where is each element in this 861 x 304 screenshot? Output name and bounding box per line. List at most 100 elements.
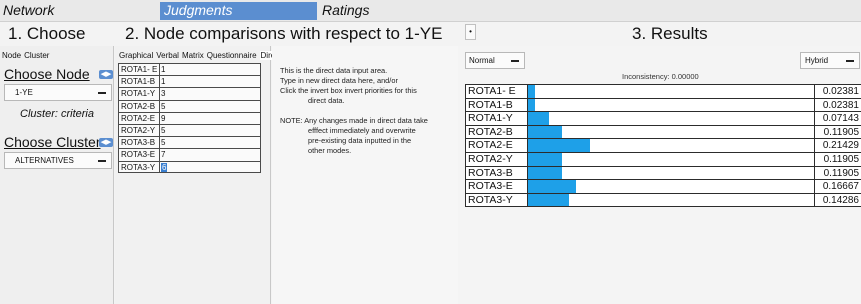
- row-label: ROTA3-B: [118, 136, 160, 149]
- direct-value-input[interactable]: 5: [160, 136, 261, 149]
- comparisons-panel: Graphical Verbal Matrix Questionnaire Direct…: [115, 46, 283, 304]
- dropdown-caret-icon: [98, 160, 106, 162]
- node-select[interactable]: 1-YE: [4, 84, 112, 101]
- priority-bar-cell: [528, 85, 815, 98]
- priority-bar-cell: [528, 125, 815, 139]
- priority-bar: [528, 193, 569, 207]
- priority-value: 0.07143: [815, 112, 861, 125]
- priority-value: 0.11905: [815, 152, 861, 166]
- cluster-select-value: ALTERNATIVES: [15, 156, 74, 165]
- tab-matrix[interactable]: Matrix: [182, 51, 204, 60]
- note-line: NOTE: Any changes made in direct data ta…: [280, 116, 428, 125]
- result-name: ROTA2-Y: [466, 152, 528, 166]
- inconsistency-label: Inconsistency: 0.00000: [622, 72, 699, 81]
- node-nav-arrows-icon[interactable]: ◀▶: [99, 70, 113, 79]
- tab-questionnaire[interactable]: Questionnaire: [207, 51, 257, 60]
- table-row: ROTA1-B 0.02381: [465, 98, 861, 113]
- priority-bar: [528, 166, 562, 180]
- priority-bar: [528, 180, 576, 193]
- collapse-button[interactable]: •: [465, 24, 476, 40]
- note-line: efffect immediately and overwrite: [308, 126, 416, 135]
- dropdown-caret-icon: [846, 60, 854, 62]
- comparisons-heading: 2. Node comparisons with respect to 1-YE: [125, 24, 443, 43]
- normal-mode-value: Normal: [469, 56, 495, 65]
- tab-judgments[interactable]: Judgments: [160, 2, 317, 20]
- table-row: ROTA3-E 0.16667: [465, 180, 861, 194]
- priority-bar-cell: [528, 180, 815, 193]
- result-name: ROTA2-E: [466, 139, 528, 152]
- priority-value: 0.11905: [815, 125, 861, 139]
- row-label: ROTA2-E: [118, 111, 160, 124]
- choose-cluster-label[interactable]: Choose Cluster: [4, 134, 101, 150]
- table-row: ROTA1-B 1: [118, 75, 261, 88]
- direct-value-input[interactable]: 6: [160, 160, 261, 173]
- tab-node[interactable]: Node: [2, 51, 21, 60]
- priority-bar: [528, 98, 535, 112]
- choose-panel: Node Cluster Choose Node ◀▶ 1-YE Cluster:…: [0, 46, 114, 304]
- table-row: ROTA1-Y 0.07143: [465, 112, 861, 126]
- note-line: pre-existing data inputted in the: [308, 136, 412, 145]
- direct-value-input[interactable]: 5: [160, 99, 261, 112]
- cluster-caption: Cluster: criteria: [20, 108, 94, 120]
- priority-bar: [528, 152, 562, 166]
- info-line: direct data.: [308, 96, 345, 105]
- info-line: This is the direct data input area.: [280, 66, 388, 75]
- table-row: ROTA2-B 0.11905: [465, 125, 861, 140]
- choose-node-label[interactable]: Choose Node: [4, 66, 90, 82]
- priority-value: 0.16667: [815, 180, 861, 193]
- normal-mode-select[interactable]: Normal: [465, 52, 525, 69]
- info-line: Type in new direct data here, and/or: [280, 76, 398, 85]
- row-label: ROTA2-Y: [118, 123, 160, 137]
- tab-network[interactable]: Network: [3, 2, 153, 18]
- result-name: ROTA1- E: [466, 85, 528, 98]
- priority-bar-cell: [528, 193, 815, 207]
- direct-value-input[interactable]: 1: [160, 75, 261, 88]
- node-select-value: 1-YE: [15, 88, 33, 97]
- choose-mini-tabs: Node Cluster: [2, 51, 52, 60]
- row-label: ROTA1- E: [118, 63, 160, 76]
- direct-value-input[interactable]: 7: [160, 148, 261, 161]
- table-row: ROTA2-E 9: [118, 111, 261, 124]
- tab-verbal[interactable]: Verbal: [156, 51, 179, 60]
- priority-value: 0.02381: [815, 98, 861, 112]
- result-name: ROTA3-Y: [466, 193, 528, 207]
- priority-bar-cell: [528, 98, 815, 112]
- table-row: ROTA3-Y 6: [118, 160, 261, 173]
- direct-info-text: This is the direct data input area. Type…: [280, 66, 456, 156]
- table-row: ROTA1-Y 3: [118, 87, 261, 100]
- hybrid-mode-select[interactable]: Hybrid: [800, 52, 860, 69]
- dropdown-caret-icon: [98, 92, 106, 94]
- results-heading: 3. Results: [632, 24, 708, 43]
- table-row: ROTA1- E 0.02381: [465, 85, 861, 99]
- comparison-mode-tabs: Graphical Verbal Matrix Questionnaire Direct: [119, 51, 285, 60]
- direct-value-input[interactable]: 3: [160, 87, 261, 100]
- priority-bar-cell: [528, 112, 815, 125]
- table-row: ROTA3-Y 0.14286: [465, 193, 861, 208]
- priority-bar: [528, 125, 562, 139]
- cluster-nav-arrows-icon[interactable]: ◀▶: [99, 138, 113, 147]
- result-name: ROTA2-B: [466, 125, 528, 139]
- tab-ratings[interactable]: Ratings: [320, 2, 470, 18]
- priority-bar: [528, 139, 590, 152]
- results-table: ROTA1- E 0.02381 ROTA1-B 0.02381 ROTA1-Y 0.07…: [465, 84, 861, 208]
- dot-icon: •: [469, 27, 472, 36]
- priority-value: 0.02381: [815, 85, 861, 98]
- direct-value-input[interactable]: 9: [160, 111, 261, 124]
- dropdown-caret-icon: [511, 60, 519, 62]
- table-row: ROTA2-Y 5: [118, 123, 261, 137]
- table-row: ROTA2-B 5: [118, 99, 261, 112]
- tab-graphical[interactable]: Graphical: [119, 51, 153, 60]
- direct-value-input[interactable]: 1: [160, 63, 261, 76]
- row-label: ROTA1-B: [118, 75, 160, 88]
- cluster-select[interactable]: ALTERNATIVES: [4, 152, 112, 169]
- note-line: other modes.: [308, 146, 352, 155]
- priority-bar: [528, 85, 535, 98]
- result-name: ROTA3-E: [466, 180, 528, 193]
- priority-bar-cell: [528, 166, 815, 180]
- direct-value-input[interactable]: 5: [160, 123, 261, 137]
- direct-info-panel: This is the direct data input area. Type…: [272, 46, 458, 304]
- tab-cluster[interactable]: Cluster: [24, 51, 49, 60]
- table-row: ROTA2-E 0.21429: [465, 139, 861, 153]
- info-line: Click the invert box invert priorities f…: [280, 86, 417, 95]
- table-row: ROTA3-B 0.11905: [465, 166, 861, 181]
